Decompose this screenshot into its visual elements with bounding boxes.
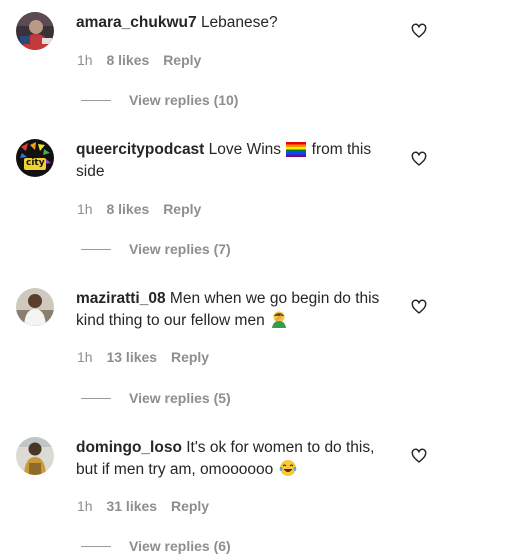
- replies-divider: [81, 249, 111, 250]
- heart-outline-icon[interactable]: [411, 151, 427, 167]
- comment-time: 1h: [77, 349, 93, 365]
- avatar[interactable]: [16, 12, 54, 50]
- comment-text: amara_chukwu7 Lebanese?: [76, 12, 396, 34]
- comment-text: domingo_loso It's ok for women to do thi…: [76, 437, 396, 481]
- comment-meta: 1h 13 likes Reply: [77, 349, 219, 365]
- reply-button[interactable]: Reply: [171, 349, 209, 365]
- replies-divider: [81, 398, 111, 399]
- comment-text: maziratti_08 Men when we go begin do thi…: [76, 288, 396, 332]
- comment-likes[interactable]: 8 likes: [106, 52, 149, 68]
- reply-button[interactable]: Reply: [163, 52, 201, 68]
- heart-outline-icon[interactable]: [411, 299, 427, 315]
- reply-button[interactable]: Reply: [163, 201, 201, 217]
- comment-likes[interactable]: 13 likes: [106, 349, 157, 365]
- comment-likes[interactable]: 8 likes: [106, 201, 149, 217]
- view-replies-button[interactable]: View replies (5): [81, 390, 231, 406]
- heart-outline-icon[interactable]: [411, 448, 427, 464]
- view-replies-label: View replies (10): [129, 92, 239, 108]
- view-replies-label: View replies (6): [129, 538, 231, 554]
- avatar[interactable]: [16, 288, 54, 326]
- avatar[interactable]: city: [16, 139, 54, 177]
- view-replies-button[interactable]: View replies (7): [81, 241, 231, 257]
- comment-time: 1h: [77, 498, 93, 514]
- view-replies-button[interactable]: View replies (10): [81, 92, 238, 108]
- avatar[interactable]: [16, 437, 54, 475]
- replies-divider: [81, 100, 111, 101]
- comment-username[interactable]: amara_chukwu7: [76, 14, 197, 31]
- comment-time: 1h: [77, 201, 93, 217]
- comment-username[interactable]: maziratti_08: [76, 290, 166, 307]
- reply-button[interactable]: Reply: [171, 498, 209, 514]
- avatar-label: city: [26, 158, 45, 168]
- replies-divider: [81, 546, 111, 547]
- comment-text: queercitypodcast Love Wins from this sid…: [76, 139, 396, 183]
- comment-username[interactable]: queercitypodcast: [76, 141, 204, 158]
- comment-username[interactable]: domingo_loso: [76, 439, 182, 456]
- view-replies-label: View replies (5): [129, 390, 231, 406]
- comment-time: 1h: [77, 52, 93, 68]
- comment-meta: 1h 31 likes Reply: [77, 498, 219, 514]
- comment-body: Love Wins: [208, 141, 282, 158]
- view-replies-button[interactable]: View replies (6): [81, 538, 231, 554]
- rainbow-flag-icon: [286, 142, 307, 157]
- facepalm-icon: [272, 311, 286, 328]
- comment-body: Lebanese?: [200, 14, 278, 31]
- heart-outline-icon[interactable]: [411, 23, 427, 39]
- view-replies-label: View replies (7): [129, 241, 231, 257]
- tears-of-joy-icon: [279, 460, 296, 476]
- comment-meta: 1h 8 likes Reply: [77, 201, 211, 217]
- comment-meta: 1h 8 likes Reply: [77, 52, 211, 68]
- comment-likes[interactable]: 31 likes: [106, 498, 157, 514]
